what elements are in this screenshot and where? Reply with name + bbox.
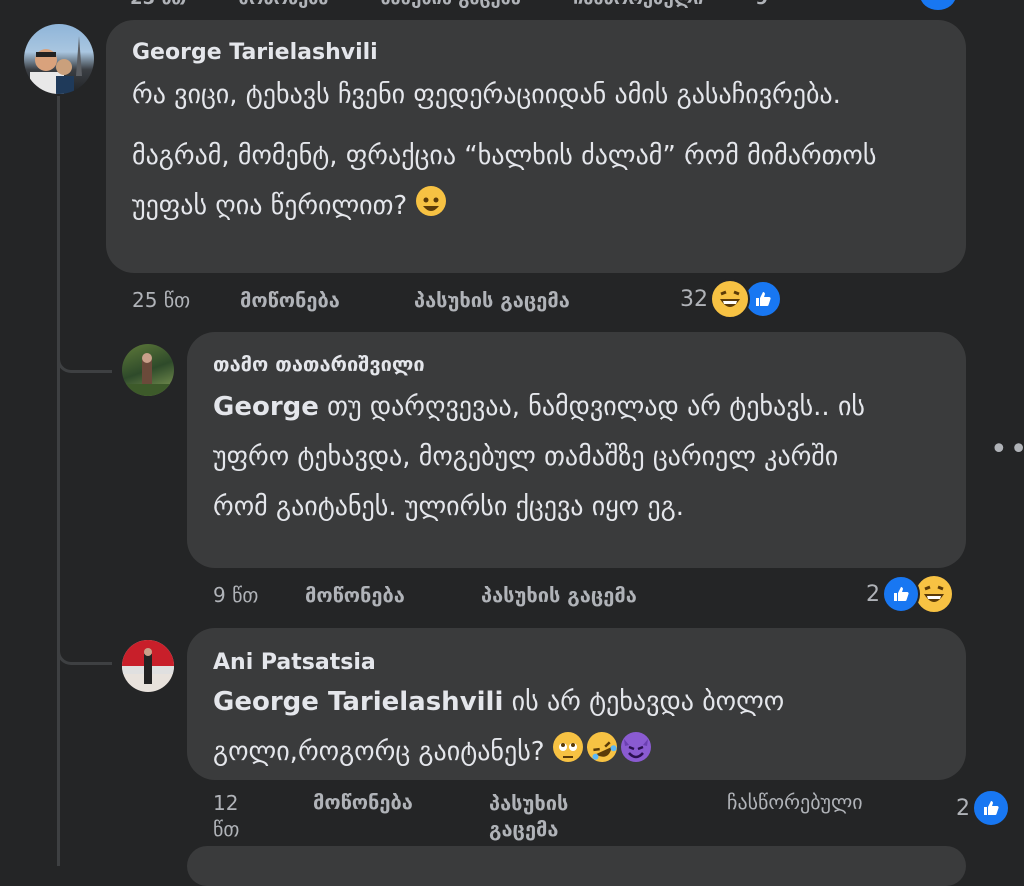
grinning-emoji-icon [415,186,446,216]
comment-author[interactable]: Ani Patsatsia [213,650,376,675]
reply-link[interactable]: პასუხის გაცემა [481,583,637,607]
more-options-icon[interactable]: ••• [990,435,1024,465]
previous-comment-actions: 25 წთ მოწონება პასუხის გაცემა ჩასწორებულ… [130,0,814,9]
previous-reply-link[interactable]: პასუხის გაცემა [381,0,521,9]
comment-text: George Tarielashvili ის არ ტეხავდა ბოლო … [213,677,873,777]
like-link[interactable]: მოწონება [240,288,340,312]
previous-time: 25 წთ [130,0,186,9]
like-reaction-icon[interactable] [920,0,956,10]
thread-connector [57,330,112,373]
comment-time[interactable]: 12 წთ [213,790,239,842]
comment-author[interactable]: George Tarielashvili [132,40,378,65]
reaction-count: 2 [956,795,970,821]
haha-reaction-icon [710,279,750,319]
previous-edited-label: ჩასწორებული [573,0,703,9]
like-reaction-icon [972,789,1010,827]
comment-time[interactable]: 25 წთ [132,288,190,312]
avatar[interactable] [122,640,174,692]
mention-link[interactable]: George Tarielashvili [213,687,503,717]
edited-label[interactable]: ჩასწორებული [727,790,863,814]
like-link[interactable]: მოწონება [313,790,413,814]
next-reply-bubble [187,846,966,886]
like-link[interactable]: მოწონება [305,583,405,607]
reply-link[interactable]: პასუხის გაცემა [414,288,570,312]
comment-actions: 25 წთ მოწონება პასუხის გაცემა [132,288,652,318]
comment-author[interactable]: თამო თათარიშვილი [213,352,425,376]
like-reaction-icon [882,575,920,613]
mention-link[interactable]: George [213,392,319,422]
comment-time[interactable]: 9 წთ [213,583,258,607]
haha-reaction-icon [914,574,954,614]
avatar[interactable] [24,24,94,94]
reaction-count: 2 [866,581,880,607]
comment-actions: 12 წთ მოწონება პასუხის გაცემა ჩასწორებული [213,790,933,846]
rolling-laughing-emoji-icon [581,727,622,767]
avatar[interactable] [122,344,174,396]
reaction-summary[interactable]: 2 [866,574,954,614]
comment-text: George თუ დარღვევაა, ნამდვილად არ ტეხავს… [213,382,873,532]
comment-actions: 9 წთ მოწონება პასუხის გაცემა [213,583,733,613]
comment-text: რა ვიცი, ტეხავს ჩვენი ფედერაციიდან ამის … [132,70,952,231]
comment-paragraph: რა ვიცი, ტეხავს ჩვენი ფედერაციიდან ამის … [132,80,841,110]
smiling-devil-emoji-icon [620,732,651,762]
reaction-summary[interactable]: 32 [680,279,782,319]
eye-roll-emoji-icon [552,732,583,762]
previous-like-link[interactable]: მოწონება [238,0,328,9]
comment-paragraph: მაგრამ, მომენტ, ფრაქცია “ხალხის ძალამ” რ… [132,141,877,221]
reaction-summary[interactable]: 2 [956,789,1010,827]
reaction-count: 32 [680,286,708,312]
reply-link[interactable]: პასუხის გაცემა [489,790,568,842]
thread-line [57,96,60,866]
previous-reaction-count[interactable]: 9 [756,0,769,9]
thread-connector [57,622,112,665]
